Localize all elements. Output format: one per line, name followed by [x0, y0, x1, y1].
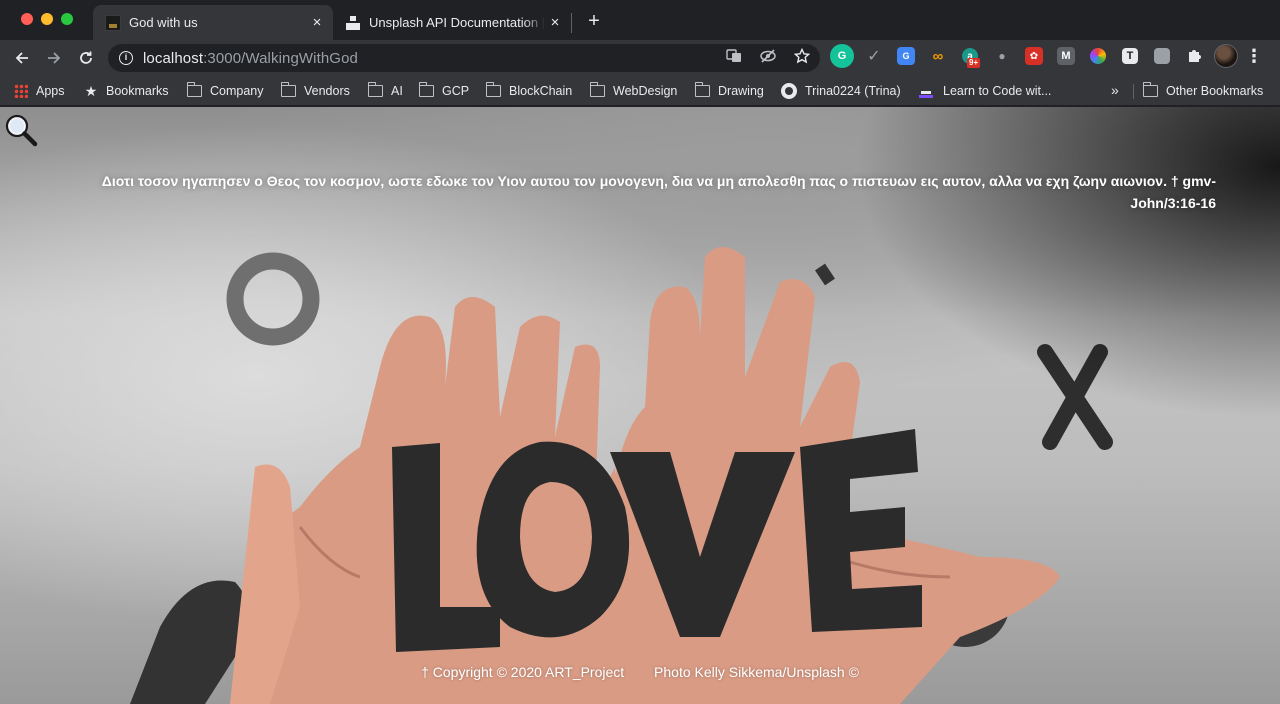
close-window-button[interactable] [21, 13, 33, 25]
bookmark-label: Bookmarks [106, 84, 169, 98]
close-tab-icon[interactable]: × [545, 13, 565, 33]
dot-icon[interactable]: ● [990, 44, 1014, 68]
tab-title: Unsplash API Documentation | [369, 15, 545, 30]
bookmark-other[interactable]: Other Bookmarks [1142, 82, 1264, 100]
tab-unsplash-docs[interactable]: Unsplash API Documentation | × [333, 5, 571, 40]
folder-icon [485, 82, 501, 97]
bookmark-blockchain[interactable]: BlockChain [485, 82, 573, 100]
address-bar[interactable]: i localhost:3000/WalkingWithGod [108, 44, 820, 72]
reload-icon [80, 51, 92, 64]
m-extension-icon[interactable]: M [1057, 47, 1075, 65]
google-translate-icon[interactable]: G [897, 47, 915, 65]
color-wheel-icon[interactable] [1090, 48, 1106, 64]
profile-avatar[interactable] [1214, 44, 1238, 68]
url-text[interactable]: localhost:3000/WalkingWithGod [143, 50, 358, 67]
bookmark-label: Trina0224 (Trina) [805, 84, 901, 98]
star-icon: ★ [84, 82, 98, 99]
grammarly-icon[interactable]: G [830, 44, 854, 68]
page-footer: † Copyright © 2020 ART_Project Photo Kel… [0, 664, 1280, 680]
red-extension-icon[interactable]: ✿ [1025, 47, 1043, 65]
url-path: :3000/WalkingWithGod [203, 49, 358, 67]
bookmarks-separator [1133, 84, 1134, 99]
tab-separator [571, 13, 572, 33]
menu-icon[interactable]: ⋮ [1245, 44, 1263, 68]
a-extension-icon[interactable]: a 9+ [962, 48, 981, 68]
t-extension-icon[interactable]: T [1122, 48, 1138, 64]
folder-icon [280, 82, 296, 97]
square-extension-icon[interactable] [1154, 48, 1170, 64]
close-tab-icon[interactable]: × [307, 13, 327, 33]
photo-credit-text: Photo Kelly Sikkema/Unsplash © [654, 664, 859, 680]
copyright-text: † Copyright © 2020 ART_Project [421, 664, 625, 680]
bookmark-label: Company [210, 84, 264, 98]
extensions-area: G ✓ G ∞ a 9+ ● ✿ M T ⋮ [830, 44, 1270, 68]
code-icon [919, 84, 935, 98]
tab-god-with-us[interactable]: God with us × [93, 5, 333, 40]
bookmark-label: WebDesign [613, 84, 678, 98]
new-tab-button[interactable]: + [582, 9, 606, 33]
apps-grid-icon [14, 84, 28, 98]
bookmark-bookmarks[interactable]: ★ Bookmarks [84, 82, 169, 100]
browser-toolbar: i localhost:3000/WalkingWithGod G ✓ G ∞ … [0, 40, 1280, 76]
forward-button[interactable] [40, 44, 68, 72]
bookmark-webdesign[interactable]: WebDesign [589, 82, 678, 100]
url-host: localhost [143, 49, 204, 67]
bookmark-label: Drawing [718, 84, 764, 98]
tab-title: God with us [129, 15, 198, 30]
unsplash-favicon-icon [345, 15, 361, 31]
minimize-window-button[interactable] [41, 13, 53, 25]
more-bookmarks-chevron-icon[interactable]: » [1111, 82, 1119, 98]
bookmark-label: Learn to Code wit... [943, 84, 1052, 98]
loop-icon[interactable]: ∞ [926, 44, 950, 68]
bookmark-company[interactable]: Company [186, 82, 264, 100]
folder-icon [1142, 82, 1158, 97]
folder-icon [694, 82, 710, 97]
bookmark-ai[interactable]: AI [367, 82, 403, 100]
bookmark-label: Apps [36, 84, 65, 98]
page-content: Διοτι τοσον ηγαπησεν ο Θεος τον κοσμον, … [0, 107, 1280, 704]
github-icon [781, 83, 797, 99]
extension-badge: 9+ [967, 58, 981, 68]
site-favicon-icon [105, 14, 121, 31]
eye-slash-icon[interactable] [758, 48, 778, 68]
bookmark-label: GCP [442, 84, 470, 98]
back-button[interactable] [8, 44, 36, 72]
bookmark-gcp[interactable]: GCP [418, 82, 470, 100]
folder-icon [186, 82, 202, 97]
bookmark-label: Vendors [304, 84, 350, 98]
tab-strip: God with us × Unsplash API Documentation… [0, 0, 1280, 40]
bookmark-label: Other Bookmarks [1166, 84, 1264, 98]
magnifier-search-icon[interactable] [4, 113, 38, 147]
bookmarks-bar: Apps ★ Bookmarks Company Vendors AI GCP … [0, 76, 1280, 106]
bookmark-label: AI [391, 84, 403, 98]
translate-page-icon[interactable] [724, 48, 744, 68]
reload-button[interactable] [72, 44, 100, 72]
bookmark-learn-to-code[interactable]: Learn to Code wit... [919, 82, 1051, 100]
folder-icon [589, 82, 605, 97]
check-icon[interactable]: ✓ [862, 44, 886, 68]
site-info-icon[interactable]: i [119, 51, 133, 65]
bookmark-apps[interactable]: Apps [14, 82, 65, 100]
maximize-window-button[interactable] [61, 13, 73, 25]
folder-icon [367, 82, 383, 97]
arrow-right-icon [48, 52, 61, 64]
bookmark-star-icon[interactable] [792, 47, 812, 68]
bookmark-label: BlockChain [509, 84, 573, 98]
puzzle-icon[interactable] [1182, 44, 1206, 68]
bookmark-vendors[interactable]: Vendors [280, 82, 350, 100]
arrow-left-icon [15, 52, 28, 64]
folder-icon [418, 82, 434, 97]
bookmark-github[interactable]: Trina0224 (Trina) [781, 82, 901, 100]
bookmark-drawing[interactable]: Drawing [694, 82, 764, 100]
bible-verse-text: Διοτι τοσον ηγαπησεν ο Θεος τον κοσμον, … [101, 173, 1216, 211]
